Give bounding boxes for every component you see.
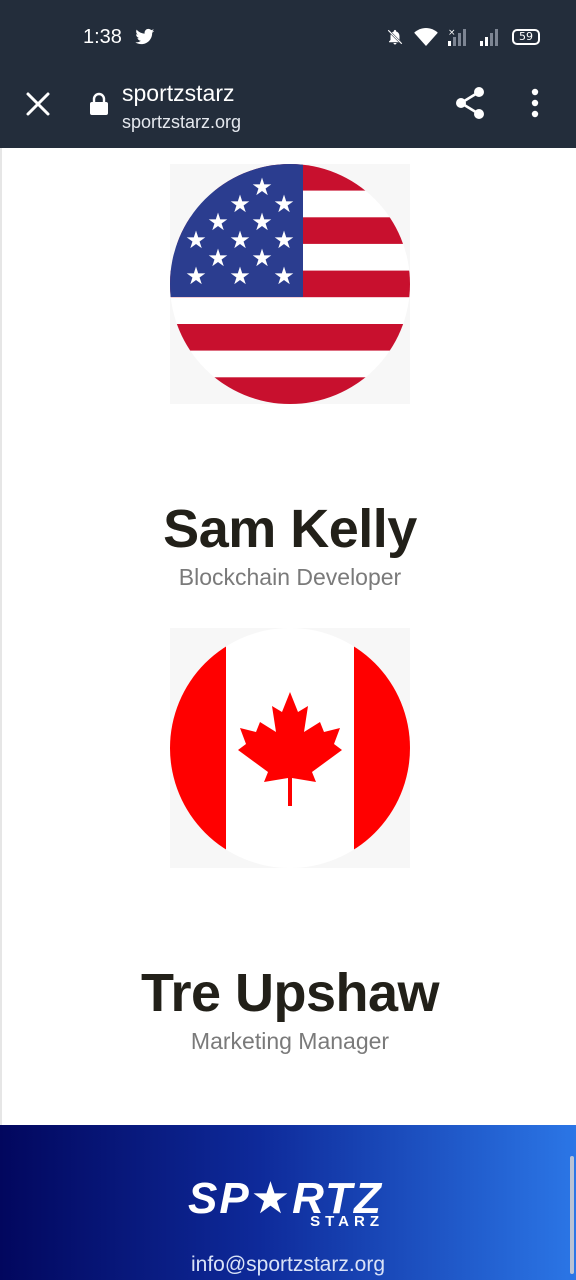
more-vert-icon[interactable] [530,88,540,118]
page-content: ★ ★★ ★★★ ★★★ ★★ ★★★ Sam Kelly Blockchain… [0,148,576,1125]
svg-text:★: ★ [229,262,251,290]
svg-text:★: ★ [229,226,251,254]
share-icon[interactable] [454,86,486,120]
member-role: Marketing Manager [190,1028,390,1054]
lock-icon [90,92,108,115]
contact-email-link[interactable]: info@sportzstarz.org [0,1253,576,1277]
svg-text:★: ★ [229,190,251,218]
member-name: Sam Kelly [163,499,417,559]
wifi-icon [414,28,438,46]
status-bar: 1:38 × 59 [0,0,576,76]
logo-subtitle: STARZ [310,1213,384,1230]
status-time: 1:38 [83,26,122,48]
svg-text:★: ★ [273,226,295,254]
usa-flag-icon: ★ ★★ ★★★ ★★★ ★★ ★★★ [170,164,410,404]
mute-icon [387,29,403,45]
signal-icon: × [448,28,466,46]
system-icons: × 59 [386,28,540,46]
canada-flag-icon [170,628,410,868]
svg-text:★: ★ [251,244,273,272]
site-footer: SP★RTZ STARZ info@sportzstarz.org [0,1125,576,1280]
twitter-icon [135,28,155,45]
close-icon[interactable] [24,90,52,118]
svg-text:★: ★ [185,262,207,290]
svg-text:★: ★ [207,208,229,236]
svg-text:★: ★ [207,244,229,272]
sportzstarz-logo[interactable]: SP★RTZ STARZ [188,1173,388,1233]
battery-icon: 59 [512,29,540,45]
page-url[interactable]: sportzstarz.org [122,112,241,133]
signal-icon [480,29,498,46]
svg-text:★: ★ [251,208,273,236]
browser-header: 1:38 × 59 sportzstarz sportzstarz.org [0,0,576,148]
page-title: sportzstarz [122,80,235,106]
svg-text:★: ★ [251,173,273,201]
svg-text:×: × [448,28,456,38]
member-name: Tre Upshaw [140,963,440,1023]
member-role: Blockchain Developer [178,564,402,590]
svg-text:★: ★ [185,226,207,254]
svg-text:★: ★ [273,262,295,290]
scrollbar[interactable] [570,1156,574,1274]
